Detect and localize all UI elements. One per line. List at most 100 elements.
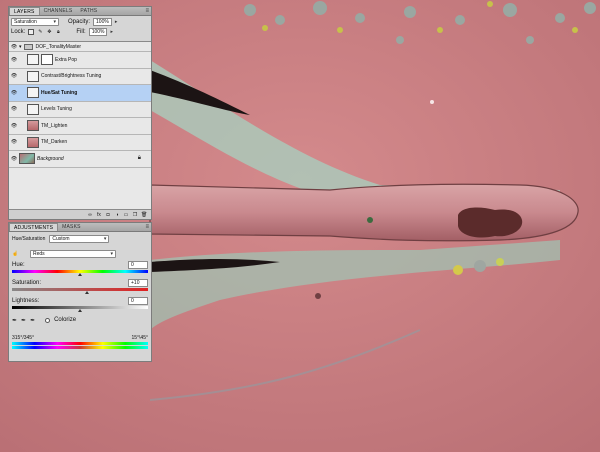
panel-menu-icon[interactable]: ≡ — [145, 8, 149, 14]
saturation-input[interactable]: +10 — [128, 279, 148, 287]
lightness-input[interactable]: 0 — [128, 297, 148, 305]
disclosure-triangle-icon[interactable]: ▾ — [19, 44, 22, 50]
layer-thumbnail[interactable] — [27, 120, 39, 132]
tab-adjustments[interactable]: ADJUSTMENTS — [9, 223, 59, 231]
eyedropper-icon[interactable]: ✒ — [12, 317, 17, 324]
layer-row-background[interactable]: 👁︎ Background 🔒︎ — [9, 151, 151, 168]
target-adjust-icon[interactable]: ☝ — [12, 251, 18, 257]
layer-row-tm-lighten[interactable]: 👁︎ TM_Lighten — [9, 118, 151, 135]
hue-slider-knob[interactable] — [78, 273, 82, 276]
add-mask-icon[interactable]: ◘ — [105, 212, 111, 218]
saturation-label: Saturation: — [12, 280, 42, 286]
adjustments-panel: ADJUSTMENTS MASKS ≡ Hue/Saturation Custo… — [8, 222, 152, 362]
eye-icon[interactable]: 👁︎ — [9, 156, 19, 162]
fill-label: Fill: — [76, 29, 86, 35]
layer-row-tm-darken[interactable]: 👁︎ TM_Darken — [9, 135, 151, 151]
opacity-arrow-icon[interactable]: ▸ — [115, 19, 118, 25]
hue-slider[interactable] — [12, 270, 148, 276]
saturation-slider[interactable] — [12, 288, 148, 294]
range-left-value: 315°/345° — [12, 335, 35, 341]
eyedropper-minus-icon[interactable]: ✒ — [30, 317, 35, 324]
new-group-icon[interactable]: ▭ — [123, 212, 129, 218]
hue-input[interactable]: 0 — [128, 261, 148, 269]
adjustments-tabbar: ADJUSTMENTS MASKS ≡ — [9, 223, 151, 232]
channel-row: ☝ Reds ▾ — [12, 249, 148, 259]
tab-layers[interactable]: LAYERS — [9, 7, 40, 15]
layer-thumbnail[interactable] — [19, 153, 35, 165]
preset-select[interactable]: Custom ▾ — [49, 235, 110, 243]
hue-saturation-icon[interactable] — [27, 87, 39, 99]
eye-icon[interactable]: 👁︎ — [9, 106, 19, 112]
layer-thumbnail[interactable] — [27, 136, 39, 148]
lock-pixels-icon[interactable]: ✎ — [37, 29, 43, 35]
new-adjustment-icon[interactable]: ◑ — [114, 212, 120, 218]
range-readout: 315°/345° 15°\45° — [12, 335, 148, 341]
layer-row-group[interactable]: 👁︎ ▾ DOF_TonalityMaster — [9, 42, 151, 52]
eyedropper-plus-icon[interactable]: ✒ — [21, 317, 26, 324]
saturation-slider-block: Saturation: +10 — [12, 279, 148, 294]
layer-name: TM_Darken — [41, 139, 68, 146]
levels-icon[interactable] — [27, 103, 39, 115]
eye-icon[interactable]: 👁︎ — [9, 139, 19, 145]
layer-name: TM_Lighten — [41, 122, 68, 129]
panel-menu-icon[interactable]: ≡ — [145, 224, 149, 230]
channel-value: Reds — [33, 251, 45, 257]
lock-all-icon[interactable]: 🔒︎ — [55, 29, 61, 35]
layer-row-contrast[interactable]: 👁︎ Contrast/Brightness Tuning — [9, 69, 151, 85]
layer-row-levels[interactable]: 👁︎ Levels Tuning — [9, 102, 151, 118]
eyedropper-row: ✒ ✒ ✒ Colorize — [12, 315, 148, 325]
colorize-label: Colorize — [54, 317, 77, 323]
layers-footer: ∞ fx ◘ ◑ ▭ ❐ 🗑︎ — [9, 209, 151, 219]
lock-label: Lock: — [11, 29, 26, 35]
adjustment-thumbnail-icon[interactable] — [27, 54, 39, 66]
fill-arrow-icon[interactable]: ▸ — [110, 29, 113, 35]
layer-row-extra-pop[interactable]: 👁︎ Extra Pop — [9, 52, 151, 69]
adjustment-header: Hue/Saturation Custom ▾ — [12, 234, 148, 244]
blend-mode-select[interactable]: Saturation ▾ — [11, 18, 59, 26]
chevron-down-icon: ▾ — [103, 236, 107, 242]
color-range-bar-top — [12, 342, 148, 345]
hue-slider-block: Hue: 0 — [12, 261, 148, 276]
channel-select[interactable]: Reds ▾ — [30, 250, 116, 258]
layers-list: 👁︎ ▾ DOF_TonalityMaster 👁︎ Extra Pop 👁︎ … — [9, 41, 151, 211]
eye-icon[interactable]: 👁︎ — [9, 57, 19, 63]
layers-panel: LAYERS CHANNELS PATHS ≡ Saturation ▾ Opa… — [8, 6, 152, 220]
trash-icon[interactable]: 🗑︎ — [141, 212, 147, 218]
eye-icon[interactable]: 👁︎ — [9, 44, 19, 50]
lightness-label: Lightness: — [12, 298, 40, 304]
layer-mask-thumbnail[interactable] — [41, 54, 53, 66]
layer-name: Hue/Sat Tuning — [41, 89, 78, 96]
lock-transparency-icon[interactable] — [28, 29, 35, 35]
color-range-bar-bottom[interactable] — [12, 346, 148, 349]
lightness-slider-knob[interactable] — [78, 309, 82, 312]
tab-masks[interactable]: MASKS — [58, 223, 85, 231]
tab-paths[interactable]: PATHS — [76, 7, 101, 15]
preset-value: Custom — [52, 236, 70, 242]
layer-name: Levels Tuning — [41, 106, 72, 113]
layer-name: Background — [37, 155, 64, 162]
opacity-input[interactable]: 100% — [93, 18, 112, 26]
lock-position-icon[interactable]: ✥ — [46, 29, 52, 35]
hue-label: Hue: — [12, 262, 25, 268]
eye-icon[interactable]: 👁︎ — [9, 90, 19, 96]
range-right-value: 15°\45° — [131, 335, 148, 341]
fill-input[interactable]: 100% — [88, 28, 108, 36]
lightness-slider[interactable] — [12, 306, 148, 312]
colorize-checkbox[interactable] — [45, 317, 51, 323]
eye-icon[interactable]: 👁︎ — [9, 73, 19, 79]
blend-row: Saturation ▾ Opacity: 100% ▸ — [9, 17, 151, 27]
lock-icon: 🔒︎ — [137, 155, 141, 162]
adjustments-body: Hue/Saturation Custom ▾ ☝ Reds ▾ Hue: 0 — [9, 232, 151, 351]
brightness-contrast-icon[interactable] — [27, 70, 39, 82]
layers-tabbar: LAYERS CHANNELS PATHS ≡ — [9, 7, 151, 16]
layer-row-hue-sat[interactable]: 👁︎ Hue/Sat Tuning — [9, 85, 151, 102]
chevron-down-icon: ▾ — [110, 251, 113, 257]
adjustment-name: Hue/Saturation — [12, 236, 46, 242]
new-layer-icon[interactable]: ❐ — [132, 212, 138, 218]
saturation-slider-knob[interactable] — [84, 291, 89, 294]
fx-icon[interactable]: fx — [96, 212, 102, 218]
tab-channels[interactable]: CHANNELS — [40, 7, 77, 15]
eye-icon[interactable]: 👁︎ — [9, 123, 19, 129]
link-layers-icon[interactable]: ∞ — [87, 212, 93, 218]
lock-row: Lock: ✎ ✥ 🔒︎ Fill: 100% ▸ — [9, 27, 151, 37]
